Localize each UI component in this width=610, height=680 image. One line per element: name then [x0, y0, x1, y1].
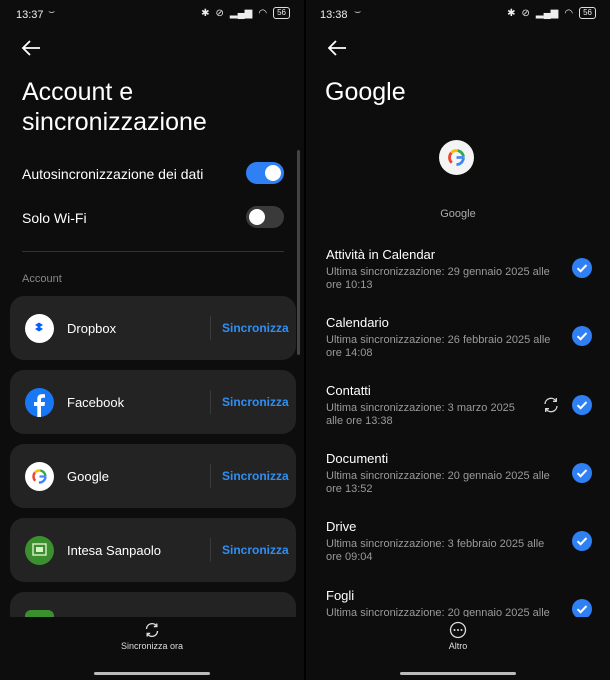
divider — [22, 251, 284, 252]
sync-item-title: Documenti — [326, 451, 389, 466]
page-title: Account e — [22, 78, 134, 106]
notification-icon: ⌣ — [354, 6, 362, 18]
account-card-dropbox[interactable]: Dropbox Sincronizza — [10, 296, 296, 360]
wifi-icon: ◠ — [564, 7, 574, 19]
page-title-line2: sincronizzazione — [22, 108, 207, 136]
mute-icon: ⊘ — [521, 7, 530, 19]
account-name: Google — [440, 208, 476, 220]
wifi-only-toggle[interactable] — [246, 206, 284, 228]
check-icon[interactable] — [572, 463, 592, 483]
autosync-toggle[interactable] — [246, 162, 284, 184]
sync-item-drive[interactable]: Drive Ultima sincronizzazione: 3 febbrai… — [326, 519, 596, 564]
sync-button-dropbox[interactable]: Sincronizza — [222, 321, 289, 335]
sync-button-google[interactable]: Sincronizza — [222, 469, 289, 483]
sync-item-title: Calendario — [326, 315, 389, 330]
account-name: Google — [67, 469, 109, 484]
signal-icon: ▂▄▆ — [535, 7, 559, 19]
account-name: Facebook — [67, 395, 125, 410]
signal-icon: ▂▄▆ — [229, 7, 253, 19]
back-arrow-icon[interactable] — [20, 38, 42, 58]
status-bar: 13:37 ⌣ ✱ ⊘ ▂▄▆ ◠ 56 — [0, 0, 304, 30]
google-account-screen: 13:38 ⌣ ✱ ⊘ ▂▄▆ ◠ 56 Google Google Attiv… — [306, 0, 610, 680]
account-card-facebook[interactable]: Facebook Sincronizza — [10, 370, 296, 434]
sync-item-title: Attività in Calendar — [326, 247, 436, 262]
sync-button-facebook[interactable]: Sincronizza — [222, 395, 289, 409]
scrollbar[interactable] — [297, 150, 300, 355]
sync-item-subtitle: Ultima sincronizzazione: 20 gennaio 2025… — [326, 470, 550, 495]
google-icon — [25, 462, 54, 491]
sync-item-calendar[interactable]: Calendario Ultima sincronizzazione: 26 f… — [326, 315, 596, 360]
sync-item-subtitle: Ultima sincronizzazione: 29 gennaio 2025… — [326, 266, 550, 291]
google-icon — [439, 140, 474, 175]
notification-icon: ⌣ — [48, 6, 56, 18]
sync-item-docs[interactable]: Documenti Ultima sincronizzazione: 20 ge… — [326, 451, 596, 496]
section-label-account: Account — [22, 273, 62, 285]
intesa-sanpaolo-icon — [25, 536, 54, 565]
bluetooth-icon: ✱ — [507, 7, 516, 19]
sync-item-sheets[interactable]: Fogli Ultima sincronizzazione: 20 gennai… — [326, 588, 596, 620]
check-icon[interactable] — [572, 531, 592, 551]
more-button[interactable]: Altro — [306, 641, 610, 651]
bluetooth-icon: ✱ — [201, 7, 210, 19]
sync-item-title: Drive — [326, 519, 357, 534]
page-title: Google — [325, 78, 406, 106]
dropbox-icon — [25, 314, 54, 343]
account-name: Intesa Sanpaolo — [67, 543, 161, 558]
mute-icon: ⊘ — [215, 7, 224, 19]
autosync-label: Autosincronizzazione dei dati — [22, 166, 204, 182]
syncing-icon — [544, 397, 558, 413]
status-time: 13:37 — [16, 9, 44, 21]
account-card-google[interactable]: Google Sincronizza — [10, 444, 296, 508]
sync-now-icon[interactable] — [143, 621, 161, 639]
account-card-intesa-sanpaolo[interactable]: Intesa Sanpaolo Sincronizza — [10, 518, 296, 582]
check-icon[interactable] — [572, 599, 592, 619]
check-icon[interactable] — [572, 326, 592, 346]
sync-item-subtitle: Ultima sincronizzazione: 3 marzo 2025 al… — [326, 402, 515, 427]
wifi-only-label: Solo Wi-Fi — [22, 210, 87, 226]
account-sync-screen: 13:37 ⌣ ✱ ⊘ ▂▄▆ ◠ 56 Account e sincroniz… — [0, 0, 304, 680]
check-icon[interactable] — [572, 258, 592, 278]
battery-icon: 56 — [273, 7, 290, 19]
status-time: 13:38 — [320, 9, 348, 21]
wifi-icon: ◠ — [258, 7, 268, 19]
account-name: Dropbox — [67, 321, 117, 336]
sync-item-calendar-activity[interactable]: Attività in Calendar Ultima sincronizzaz… — [326, 247, 596, 292]
battery-icon: 56 — [579, 7, 596, 19]
home-indicator — [400, 672, 516, 675]
sync-item-title: Fogli — [326, 588, 355, 603]
bottom-bar: Sincronizza ora — [0, 617, 304, 680]
sync-button-intesa-sanpaolo[interactable]: Sincronizza — [222, 543, 289, 557]
sync-item-subtitle: Ultima sincronizzazione: 3 febbraio 2025… — [326, 538, 545, 563]
more-icon[interactable] — [449, 621, 467, 639]
status-bar: 13:38 ⌣ ✱ ⊘ ▂▄▆ ◠ 56 — [306, 0, 610, 30]
back-arrow-icon[interactable] — [326, 38, 348, 58]
check-icon[interactable] — [572, 395, 592, 415]
facebook-icon — [25, 388, 54, 417]
bottom-bar: Altro — [306, 617, 610, 680]
sync-now-button[interactable]: Sincronizza ora — [0, 641, 304, 651]
sync-item-subtitle: Ultima sincronizzazione: 26 febbraio 202… — [326, 334, 551, 359]
home-indicator — [94, 672, 210, 675]
